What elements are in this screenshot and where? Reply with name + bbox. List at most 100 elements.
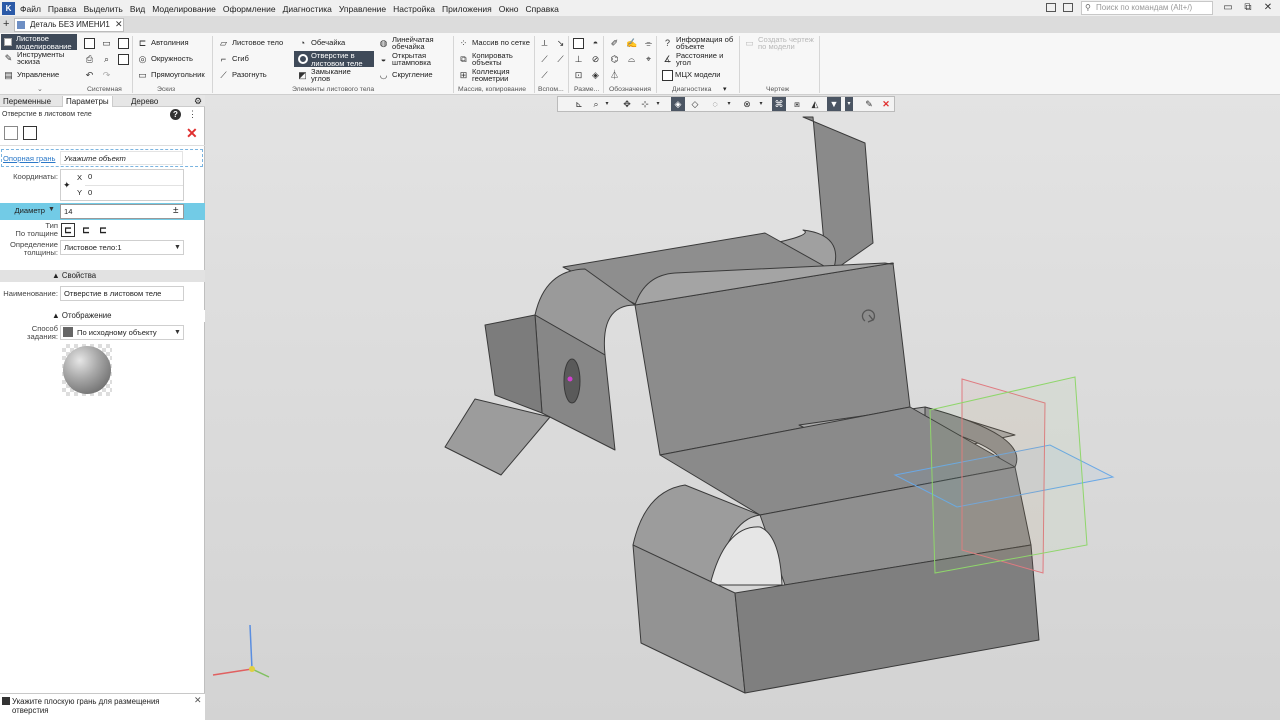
layout-icon[interactable] [1046, 3, 1056, 12]
dim-angle-button[interactable]: ⊥ [573, 52, 587, 66]
aux-point-button[interactable]: ⟋ [539, 52, 553, 66]
mass-props-button[interactable]: МЦХ модели [662, 68, 720, 82]
apply-continue-button[interactable] [23, 126, 37, 140]
dim-linear-button[interactable] [573, 36, 586, 50]
pan-icon[interactable]: ✥ [620, 97, 634, 111]
tree-view-icon[interactable]: ⋮ [188, 109, 197, 120]
menu-settings[interactable]: Настройка [393, 4, 435, 14]
hide-icon[interactable]: ◌ [708, 97, 722, 111]
create-drawing-button[interactable]: ▭ Создать чертеж по модели [744, 35, 818, 50]
fullscreen-icon[interactable] [1063, 3, 1073, 12]
preview-button[interactable]: ⌕ [101, 52, 115, 66]
minimize-button[interactable]: ▭ [1220, 1, 1236, 15]
thickness-def-select[interactable]: Листовое тело:1 [60, 240, 184, 255]
diameter-dropdown-icon[interactable]: ▼ [48, 206, 55, 213]
note-text-button[interactable]: ✐ [609, 36, 623, 50]
panel-settings-icon[interactable]: ⚙ [194, 96, 202, 107]
menu-modeling[interactable]: Моделирование [152, 4, 216, 14]
app-logo-icon[interactable]: K [2, 2, 15, 15]
measure-icon[interactable]: ◭ [808, 97, 822, 111]
menu-select[interactable]: Выделить [84, 4, 123, 14]
menu-diagnostics[interactable]: Диагностика [283, 4, 332, 14]
cancel-button[interactable]: ✕ [186, 125, 198, 141]
undo-button[interactable]: ↶ [84, 68, 98, 82]
mode-sketch-tools[interactable]: ✎ Инструменты эскиза [3, 50, 77, 65]
note-base-button[interactable]: ⌬ [609, 52, 623, 66]
model-view[interactable] [205, 95, 1280, 720]
circle-button[interactable]: ◎ Окружность [137, 52, 193, 66]
menu-edit[interactable]: Правка [48, 4, 77, 14]
aux-curve-button[interactable]: ⟋ [539, 68, 553, 82]
tab-tree[interactable]: Дерево [128, 96, 161, 107]
picker-icon[interactable]: ✎ [862, 97, 876, 111]
name-field[interactable]: Отверстие в листовом теле [60, 286, 184, 301]
note-leader-button[interactable]: ✍ [626, 36, 640, 50]
note-weld-button[interactable]: ⏃ [609, 68, 623, 82]
restore-button[interactable]: ⧉ [1240, 1, 1256, 15]
zoom-dropdown-icon[interactable]: ▾ [603, 97, 611, 111]
apply-button[interactable] [4, 126, 18, 140]
rectangle-button[interactable]: ▭ Прямоугольник [137, 68, 204, 82]
tolerance-button[interactable]: ± [173, 205, 179, 217]
note-tolerance-button[interactable]: ⌓ [626, 52, 640, 66]
dim-height-button[interactable]: ◈ [590, 68, 604, 82]
display-section[interactable]: ▲ Отображение [0, 310, 205, 322]
filter-icon[interactable]: ▼ [827, 97, 841, 111]
diag-expand-icon[interactable]: ▾ [723, 85, 727, 93]
tab-variables[interactable]: Переменные [0, 96, 54, 107]
bend-button[interactable]: ⌐ Сгиб [218, 52, 249, 66]
filter-dropdown-icon[interactable]: ▾ [845, 97, 853, 111]
help-icon[interactable]: ? [170, 109, 181, 120]
print-button[interactable]: ⎙ [84, 52, 98, 66]
type-blind-button[interactable]: ⊏ [96, 223, 110, 237]
note-mark-button[interactable]: ⌖ [643, 52, 657, 66]
snap-icon[interactable]: ⌘ [772, 97, 786, 111]
new-tab-button[interactable]: + [3, 18, 9, 30]
section-dropdown-icon[interactable]: ▾ [757, 97, 765, 111]
shell-button[interactable]: ◔ Обечайка [297, 36, 346, 50]
object-info-button[interactable]: ? Информация об объекте [662, 35, 740, 50]
orientation-dropdown-icon[interactable]: ▾ [654, 97, 662, 111]
aux-line-button[interactable]: ⟋ [555, 52, 569, 66]
grid-array-button[interactable]: ⁘ Массив по сетке [458, 36, 530, 50]
open-button[interactable]: ▭ [101, 36, 115, 50]
mode-manage[interactable]: ▤ Управление [3, 68, 59, 82]
dim-diameter-button[interactable]: ⊘ [590, 52, 604, 66]
unbend-button[interactable]: ⟋ Разогнуть [218, 68, 266, 82]
autoline-button[interactable]: ⊏ Автолиния [137, 36, 189, 50]
chevron-down-icon[interactable]: ▼ [174, 244, 181, 251]
mode-sheet-modeling[interactable]: Листовое моделирование [1, 34, 77, 50]
redo-button[interactable]: ↷ [101, 68, 115, 82]
save-button[interactable] [118, 36, 131, 50]
pin-icon[interactable]: ✦ [63, 180, 71, 191]
collapse-icon[interactable]: ⌄ [37, 85, 43, 93]
base-face-field[interactable]: Укажите объект [60, 151, 183, 165]
close-corners-button[interactable]: ◩ Замыкание углов [297, 67, 371, 82]
rounding-button[interactable]: ◡ Скругление [378, 68, 433, 82]
section-icon[interactable]: ⊗ [740, 97, 754, 111]
menu-help[interactable]: Справка [526, 4, 559, 14]
document-tab[interactable]: Деталь БЕЗ ИМЕНИ1 [14, 18, 124, 32]
zoom-icon[interactable]: ⌕ [589, 97, 603, 111]
y-field[interactable]: 0 [85, 185, 183, 199]
chevron-down-icon[interactable]: ▼ [174, 329, 181, 336]
menu-manage[interactable]: Управление [339, 4, 386, 14]
close-hint-button[interactable]: ✕ [194, 695, 202, 706]
orientation-icon[interactable]: ⊹ [638, 97, 652, 111]
note-rough-button[interactable]: ⌯ [643, 36, 657, 50]
copy-objects-button[interactable]: ⧉ Копировать объекты [458, 51, 522, 66]
aux-axis-button[interactable]: ↘ [555, 36, 569, 50]
base-face-label[interactable]: Опорная грань [3, 154, 55, 163]
diameter-input[interactable]: 14 [60, 204, 184, 219]
type-through-button[interactable]: ⊏ [61, 223, 75, 237]
dim-auto-button[interactable]: ⊡ [573, 68, 587, 82]
aux-plane-button[interactable]: ⟂ [539, 36, 553, 50]
menu-file[interactable]: Файл [20, 4, 41, 14]
close-tab-button[interactable]: ✕ [115, 18, 123, 31]
linear-shell-button[interactable]: ◍ Линейчатая обечайка [378, 35, 452, 50]
wireframe-view-icon[interactable]: ◇ [688, 97, 702, 111]
close-toolbar-icon[interactable]: ✕ [879, 97, 893, 111]
view-orient-icon[interactable]: ⊾ [572, 97, 586, 111]
distance-angle-button[interactable]: ∡ Расстояние и угол [662, 51, 736, 66]
x-field[interactable]: 0 [85, 170, 183, 184]
